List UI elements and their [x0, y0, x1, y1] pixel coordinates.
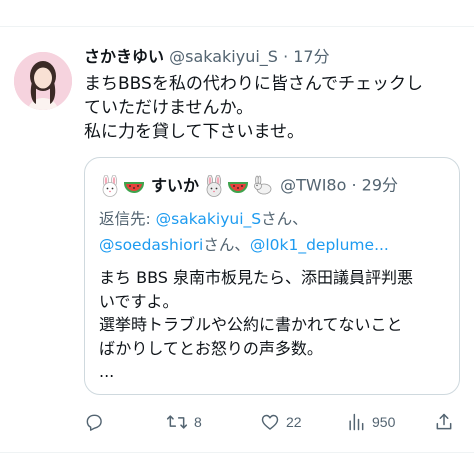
share-button[interactable]	[434, 410, 454, 434]
reply-prefix: 返信先:	[99, 210, 156, 228]
rabbit-face-icon	[203, 174, 225, 197]
mention-link[interactable]: @sakakiyui_S	[156, 210, 261, 228]
top-divider	[0, 26, 474, 27]
tweet-text-line: まちBBSを私の代わりに皆さんでチェックし	[84, 74, 423, 94]
tweet-text-line: 私に力を貸して下さいませ。	[84, 122, 304, 142]
separator-dot: ·	[283, 47, 289, 66]
reply-icon	[86, 414, 102, 431]
quoted-tweet-text: まち BBS 泉南市板見たら、添田議員評判悪 いですよ。 選挙時トラブルや公約に…	[99, 266, 449, 384]
watermelon-icon	[227, 175, 249, 197]
view-count: 950	[372, 414, 396, 430]
quoted-text-line: まち BBS 泉南市板見たら、添田議員評判悪	[99, 268, 414, 287]
quoted-text-line: ばかりしてとお怒りの声多数。	[99, 338, 323, 358]
bar-chart-icon	[349, 413, 364, 431]
reply-to-line: 返信先: @sakakiyui_Sさん、 @soedashioriさん、@l0k…	[99, 206, 389, 258]
reply-suffix: さん、	[261, 210, 308, 228]
action-bar: 8 22 950	[84, 410, 460, 434]
separator-dot: ·	[351, 175, 357, 195]
bottom-divider	[0, 452, 474, 453]
avatar-image	[14, 52, 72, 110]
display-name[interactable]: さかきゆい	[84, 47, 164, 66]
user-handle[interactable]: @sakakiyui_S	[169, 47, 278, 66]
mention-link[interactable]: @soedashiori	[99, 236, 203, 254]
quoted-display-name[interactable]: すいか	[151, 176, 199, 195]
like-button[interactable]: 22	[260, 410, 302, 434]
tweet-header: さかきゆい @sakakiyui_S · 17分	[84, 46, 464, 68]
quoted-text-line: 選挙時トラブルや公約に書かれてないこと	[99, 315, 403, 334]
quoted-user-handle[interactable]: @TWI8o	[280, 176, 346, 195]
share-icon	[436, 413, 452, 430]
quoted-tweet-header: すいか @TWI8o · 29分	[99, 172, 398, 198]
reply-suffix: さん、	[203, 236, 250, 254]
mention-link[interactable]: @l0k1_deplume...	[250, 236, 389, 254]
reply-button[interactable]	[84, 410, 110, 434]
rabbit-face-icon	[99, 174, 121, 197]
retweet-icon	[166, 415, 188, 429]
quoted-timestamp[interactable]: 29分	[362, 176, 398, 195]
rabbit-icon	[251, 175, 273, 197]
timestamp[interactable]: 17分	[293, 47, 329, 66]
like-count: 22	[286, 414, 302, 430]
watermelon-icon	[123, 175, 145, 197]
retweet-button[interactable]: 8	[166, 410, 202, 434]
retweet-count: 8	[194, 414, 202, 430]
avatar[interactable]	[14, 52, 72, 110]
heart-icon	[261, 414, 279, 430]
tweet-page: さかきゆい @sakakiyui_S · 17分 まちBBSを私の代わりに皆さん…	[0, 0, 474, 466]
views-button[interactable]: 950	[346, 410, 395, 434]
tweet-text: まちBBSを私の代わりに皆さんでチェックし ていただけませんか。 私に力を貸して…	[84, 72, 468, 144]
tweet-text-line: ていただけませんか。	[84, 98, 254, 118]
quoted-text-line: ...	[99, 362, 115, 381]
quoted-tweet[interactable]: すいか @TWI8o · 29分 返信先: @sakakiyui_Sさん、 @s…	[84, 157, 460, 395]
quoted-text-line: いですよ。	[99, 291, 179, 311]
